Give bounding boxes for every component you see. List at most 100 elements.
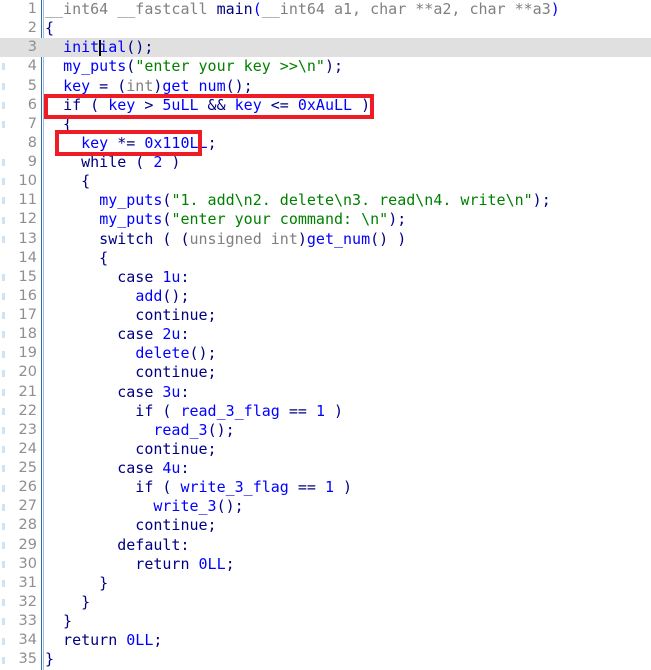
code-text[interactable]: } [45, 593, 90, 612]
code-text[interactable]: } [45, 612, 72, 631]
code-text[interactable]: { [45, 115, 72, 134]
code-line[interactable]: 12 my_puts("enter your command: \n"); [0, 210, 651, 229]
code-text[interactable]: my_puts("enter your command: \n"); [45, 210, 406, 229]
code-text[interactable]: my_puts("1. add\n2. delete\n3. read\n4. … [45, 191, 551, 210]
code-text[interactable]: } [45, 650, 54, 669]
code-line[interactable]: 7 { [0, 115, 651, 134]
code-text[interactable]: { [45, 19, 54, 38]
code-line[interactable]: 1 __int64 __fastcall main(__int64 a1, cha… [0, 0, 651, 19]
code-token: ; [207, 133, 217, 152]
code-line[interactable]: 22 if ( read_3_flag == 1 ) [0, 402, 651, 421]
code-text[interactable]: if ( read_3_flag == 1 ) [45, 402, 343, 421]
code-line[interactable]: 24 continue; [0, 440, 651, 459]
code-text[interactable]: continue; [45, 306, 216, 325]
code-line[interactable]: 9 while ( 2 ) [0, 153, 651, 172]
code-text[interactable]: write_3(); [45, 497, 243, 516]
code-text[interactable]: if ( key > 5uLL && key <= 0xAuLL ) [45, 96, 370, 115]
code-token: read_3_flag [180, 401, 280, 420]
code-token: "enter your command: \n" [171, 210, 389, 229]
text-caret [99, 40, 102, 57]
code-token: ; [153, 631, 163, 650]
code-line[interactable]: 20 continue; [0, 363, 651, 382]
code-text[interactable]: while ( 2 ) [45, 153, 180, 172]
code-token: ( [126, 57, 136, 76]
code-text[interactable]: continue; [45, 363, 216, 382]
code-line[interactable]: 33 } [0, 612, 651, 631]
code-text[interactable]: switch ( (unsigned int)get_num() ) [45, 230, 406, 249]
code-text[interactable]: read_3(); [45, 421, 234, 440]
line-number: 3 [27, 39, 37, 56]
code-token: int [126, 76, 154, 95]
code-text[interactable]: default: [45, 536, 189, 555]
code-text[interactable]: } [45, 574, 108, 593]
code-line-list[interactable]: 1 __int64 __fastcall main(__int64 a1, cha… [0, 0, 651, 669]
code-text[interactable]: case 2u: [45, 325, 189, 344]
code-token: == [288, 478, 325, 497]
code-line[interactable]: 27 write_3(); [0, 497, 651, 516]
code-token: if ( [45, 401, 181, 420]
code-text[interactable]: case 3u: [45, 382, 189, 402]
code-line[interactable]: 31 } [0, 574, 651, 593]
code-text[interactable]: return 0LL; [45, 631, 162, 650]
code-line[interactable]: 2{ [0, 19, 651, 38]
code-line[interactable]: 32 } [0, 593, 651, 612]
code-line[interactable]: 30 return 0LL; [0, 555, 651, 574]
code-line[interactable]: 17 continue; [0, 306, 651, 325]
code-token: { [45, 248, 109, 267]
code-token: 1 [315, 401, 325, 420]
line-number: 33 [18, 613, 37, 629]
code-token: ); [532, 191, 551, 210]
code-text[interactable]: case 1u: [45, 268, 189, 287]
code-line[interactable]: 10 { [0, 172, 651, 191]
code-line[interactable]: 6 if ( key > 5uLL && key <= 0xAuLL ) [0, 96, 651, 115]
code-line[interactable]: 11 my_puts("1. add\n2. delete\n3. read\n… [0, 191, 651, 210]
code-line[interactable]: 26 if ( write_3_flag == 1 ) [0, 478, 651, 497]
code-line[interactable]: 34 return 0LL; [0, 631, 651, 650]
code-token: ) [162, 153, 181, 171]
code-line[interactable]: 23 read_3(); [0, 421, 651, 440]
code-text[interactable]: { [45, 172, 90, 191]
code-token: initial [63, 38, 127, 57]
code-text[interactable]: key *= 0x110LL; [45, 133, 217, 153]
code-line[interactable]: 5 key = (int)get_num(); [0, 77, 651, 96]
code-line[interactable]: 4 my_puts("enter your key >>\n"); [0, 57, 651, 76]
code-text[interactable]: continue; [45, 440, 216, 459]
code-text[interactable]: continue; [45, 516, 216, 535]
code-line[interactable]: 16 add(); [0, 287, 651, 306]
code-line[interactable]: 29 default: [0, 536, 651, 555]
code-text[interactable]: case 4u: [45, 459, 189, 478]
code-line[interactable]: 18 case 2u: [0, 325, 651, 344]
code-text[interactable]: my_puts("enter your key >>\n"); [45, 57, 343, 76]
line-number: 35 [18, 651, 37, 668]
code-line[interactable]: 8 key *= 0x110LL; [0, 134, 651, 153]
pseudocode-editor[interactable]: 1 __int64 __fastcall main(__int64 a1, cha… [0, 0, 651, 670]
code-line[interactable]: 35} [0, 650, 651, 669]
code-text[interactable]: __int64 __fastcall main(__int64 a1, char… [45, 0, 560, 19]
code-token: my_puts [99, 210, 163, 229]
code-line[interactable]: 14 { [0, 249, 651, 268]
code-token: switch ( ( [45, 229, 190, 248]
code-token: add [135, 286, 163, 305]
line-number: 14 [18, 249, 37, 266]
code-line[interactable]: 13 switch ( (unsigned int)get_num() ) [0, 230, 651, 249]
code-line[interactable]: 15 case 1u: [0, 268, 651, 287]
line-number: 11 [18, 192, 37, 209]
code-token: if ( [63, 95, 109, 114]
line-number: 31 [18, 574, 37, 591]
code-line[interactable]: 25 case 4u: [0, 459, 651, 478]
code-text[interactable]: key = (int)get_num(); [45, 77, 253, 96]
code-text[interactable]: delete(); [45, 344, 216, 363]
code-text[interactable]: { [45, 249, 108, 268]
code-token: 3u [162, 382, 181, 401]
code-text[interactable]: if ( write_3_flag == 1 ) [45, 478, 352, 497]
code-line[interactable]: 21 case 3u: [0, 383, 651, 402]
line-number: 24 [18, 440, 37, 457]
code-line[interactable]: 3 initial(); [0, 38, 651, 58]
code-line[interactable]: 28 continue; [0, 516, 651, 535]
code-text[interactable]: add(); [45, 286, 189, 306]
code-line[interactable]: 19 delete(); [0, 344, 651, 363]
code-text[interactable]: return 0LL; [45, 555, 234, 574]
